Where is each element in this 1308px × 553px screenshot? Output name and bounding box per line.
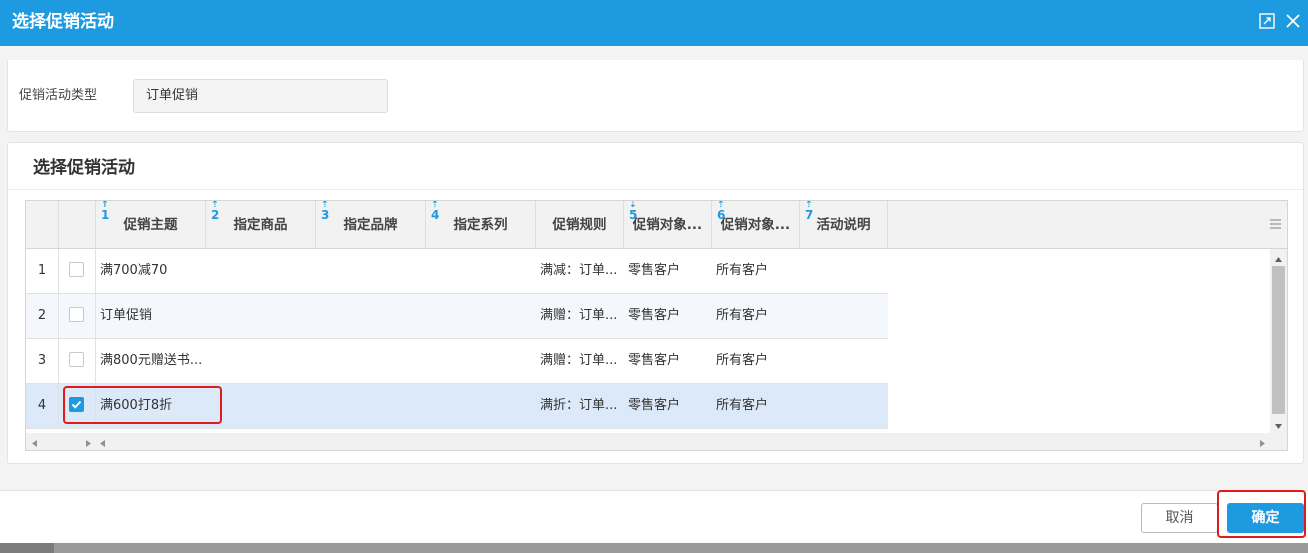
row-number: 3	[26, 339, 59, 383]
sort-icon: ⇡ 2	[211, 201, 220, 222]
header-product[interactable]: ⇡ 2 指定商品	[206, 201, 316, 248]
header-series[interactable]: ⇡ 4 指定系列	[426, 201, 536, 248]
cell-rule: 满减：订单...	[540, 263, 618, 278]
promo-type-panel: 促销活动类型 订单促销	[7, 60, 1304, 132]
cancel-button[interactable]: 取消	[1141, 503, 1218, 533]
header-select	[59, 201, 96, 248]
row-number: 4	[26, 384, 59, 428]
scroll-up-icon[interactable]	[1274, 253, 1283, 262]
highlight-selected-row	[63, 386, 222, 424]
grid-header: ↑1 促销主题 ⇡2 指定商品 ⇡3 指定品牌 ⇡4 指定系列 促销规则	[26, 201, 1287, 249]
table-row[interactable]: 3 满800元赠送书... 满赠：订单... 零售客户 所有客户	[26, 339, 888, 384]
header-description[interactable]: ⇡ 7 活动说明	[800, 201, 888, 248]
scroll-left-icon[interactable]	[30, 437, 39, 447]
sort-icon: ⇣ 5	[629, 201, 638, 222]
vertical-scroll-thumb[interactable]	[1272, 266, 1285, 414]
sort-icon: ⇡ 7	[805, 201, 814, 222]
cell-object-1: 零售客户	[628, 398, 681, 413]
background-segment	[0, 543, 54, 553]
scroll-left-icon[interactable]	[98, 437, 107, 447]
header-row-number	[26, 201, 59, 248]
horizontal-scrollbar[interactable]	[26, 433, 1287, 450]
row-checkbox[interactable]	[69, 262, 84, 277]
row-select	[59, 339, 96, 383]
cell-object-2: 所有客户	[716, 353, 769, 368]
header-rule[interactable]: 促销规则	[536, 201, 624, 248]
close-icon[interactable]	[1284, 12, 1302, 30]
cell-rule: 满折：订单...	[540, 398, 618, 413]
table-row[interactable]: 2 订单促销 满赠：订单... 零售客户 所有客户	[26, 294, 888, 339]
scroll-right-icon[interactable]	[1258, 437, 1267, 447]
section-title: 选择促销活动	[33, 158, 135, 178]
section-divider	[8, 189, 1303, 190]
footer-divider	[0, 490, 1308, 491]
sort-icon: ⇡ 4	[431, 201, 440, 222]
promo-type-label: 促销活动类型	[19, 88, 98, 103]
highlight-confirm-button	[1217, 490, 1306, 538]
sort-icon: ⇡ 3	[321, 201, 330, 222]
header-brand[interactable]: ⇡ 3 指定品牌	[316, 201, 426, 248]
cell-rule: 满赠：订单...	[540, 353, 618, 368]
header-object-1[interactable]: ⇣ 5 促销对象...	[624, 201, 712, 248]
header-object-2[interactable]: ⇡ 6 促销对象...	[712, 201, 800, 248]
sort-icon: ↑ 1	[101, 201, 110, 222]
row-checkbox[interactable]	[69, 307, 84, 322]
dialog-titlebar: 选择促销活动	[0, 0, 1308, 46]
cell-object-2: 所有客户	[716, 263, 769, 278]
header-theme[interactable]: ↑ 1 促销主题	[96, 201, 206, 248]
row-number: 1	[26, 249, 59, 293]
row-select	[59, 249, 96, 293]
cell-theme: 满700减70	[100, 263, 168, 278]
cell-theme: 订单促销	[100, 308, 153, 323]
cell-theme: 满800元赠送书...	[100, 353, 203, 368]
scroll-down-icon[interactable]	[1274, 420, 1283, 429]
dialog-title: 选择促销活动	[12, 12, 114, 32]
select-promotion-dialog: 选择促销活动 促销活动类型 订单促销 选择促销活动 ↑ 1 促销主题 ⇡ 2 指…	[0, 0, 1308, 543]
cell-rule: 满赠：订单...	[540, 308, 618, 323]
table-row[interactable]: 1 满700减70 满减：订单... 零售客户 所有客户	[26, 249, 888, 294]
row-select	[59, 294, 96, 338]
cell-object-2: 所有客户	[716, 398, 769, 413]
background-strip	[0, 543, 1308, 553]
cell-object-1: 零售客户	[628, 263, 681, 278]
cell-object-2: 所有客户	[716, 308, 769, 323]
sort-icon: ⇡ 6	[717, 201, 726, 222]
maximize-icon[interactable]	[1258, 12, 1276, 30]
row-checkbox[interactable]	[69, 352, 84, 367]
vertical-scrollbar[interactable]	[1270, 249, 1287, 433]
row-number: 2	[26, 294, 59, 338]
scroll-right-icon[interactable]	[84, 437, 93, 447]
cell-object-1: 零售客户	[628, 353, 681, 368]
cell-object-1: 零售客户	[628, 308, 681, 323]
column-menu-icon[interactable]	[1269, 218, 1282, 230]
promo-type-field[interactable]: 订单促销	[133, 79, 388, 113]
